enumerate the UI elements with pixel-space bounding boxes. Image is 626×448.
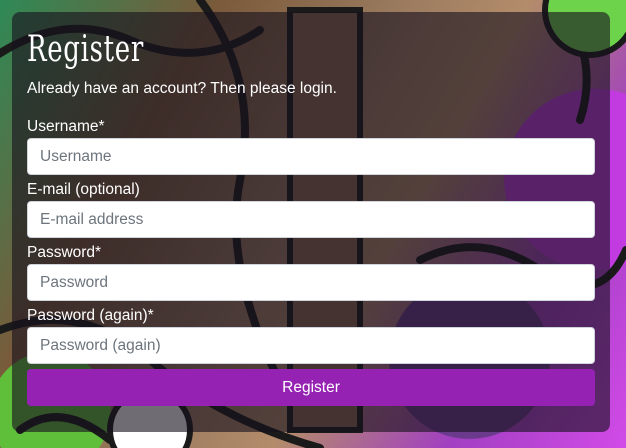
register-button[interactable]: Register [27,369,595,406]
email-input[interactable] [27,201,595,238]
password-input[interactable] [27,264,595,301]
page-title: Register [27,29,144,70]
password-again-label: Password (again)* [27,307,154,324]
password-again-input[interactable] [27,327,595,364]
register-panel: Register Already have an account? Then p… [12,12,610,432]
password-label: Password* [27,244,102,261]
login-prompt: Already have an account? Then please log… [27,80,337,97]
username-label: Username* [27,118,105,135]
email-label: E-mail (optional) [27,181,140,198]
username-input[interactable] [27,138,595,175]
